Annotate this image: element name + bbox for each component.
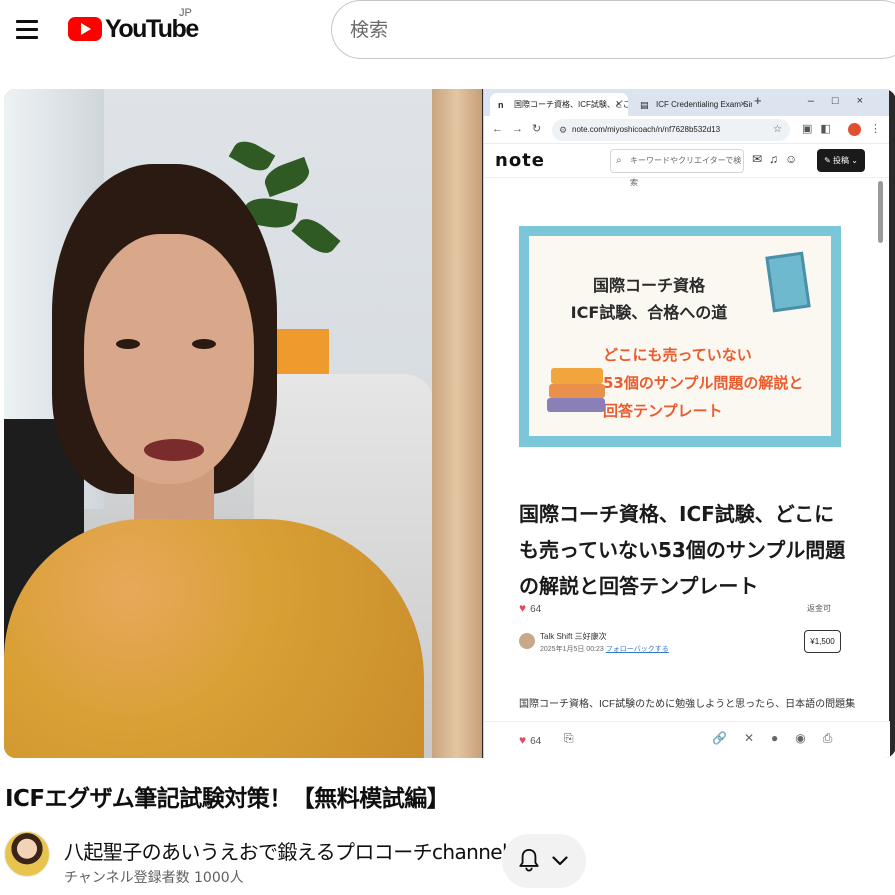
browser-toolbar: ←→↻ ⚙ note.com/miyoshicoach/n/nf7628b532… bbox=[484, 116, 889, 144]
follow-back-link: フォローバックする bbox=[605, 646, 669, 653]
heart-icon: ♥ bbox=[519, 733, 527, 747]
share-icons: 🔗✕●◉⎙ bbox=[712, 731, 850, 745]
browser-tab-strip: n 国際コーチ資格、ICF試験、どこにも × ▤ ICF Credentiali… bbox=[484, 89, 889, 116]
banner-line: 国際コーチ資格 bbox=[592, 276, 705, 295]
chevron-down-icon bbox=[552, 856, 568, 866]
url-text: note.com/miyoshicoach/n/nf7628b532d13 bbox=[572, 125, 721, 134]
window-controls: –□× bbox=[807, 95, 881, 107]
date-text: 2025年1月5日 00:23 bbox=[540, 646, 604, 653]
book-stack-icon bbox=[551, 368, 603, 384]
video-frame-speaker bbox=[4, 89, 482, 758]
profile-avatar bbox=[848, 123, 861, 136]
channel-name[interactable]: 八起聖子のあいうえおで鍛えるプロコーチchannel bbox=[64, 836, 508, 865]
browser-tab-note: n 国際コーチ資格、ICF試験、どこにも × bbox=[490, 93, 628, 116]
new-tab-icon: + bbox=[754, 93, 762, 108]
like-count: ♥ 64 bbox=[519, 601, 541, 615]
book-icon bbox=[765, 251, 811, 313]
video-player[interactable]: n 国際コーチ資格、ICF試験、どこにも × ▤ ICF Credentiali… bbox=[4, 89, 895, 758]
doc-favicon-icon: ▤ bbox=[640, 100, 649, 110]
banner-line: 回答テンプレート bbox=[603, 402, 723, 420]
price-button: ¥1,500 bbox=[804, 630, 841, 653]
post-label: 投稿 bbox=[833, 156, 849, 165]
tab-label: 国際コーチ資格、ICF試験、どこにも bbox=[514, 100, 628, 109]
note-logo: note bbox=[495, 150, 545, 171]
eye bbox=[192, 339, 216, 349]
masthead: YouTube JP bbox=[0, 0, 895, 64]
site-info-icon: ⚙ bbox=[559, 125, 568, 135]
note-header-icons: ✉♫☺ bbox=[752, 152, 805, 166]
speaker-mouth bbox=[144, 439, 204, 461]
browser-tab-icf: ▤ ICF Credentialing Exam Simulat × bbox=[632, 93, 752, 116]
book-stack-icon bbox=[549, 384, 605, 398]
tab-label: ICF Credentialing Exam Simulat bbox=[656, 100, 752, 109]
region-code: JP bbox=[179, 7, 192, 19]
plant-leaf bbox=[291, 212, 341, 260]
browser-window: n 国際コーチ資格、ICF試験、どこにも × ▤ ICF Credentiali… bbox=[483, 89, 890, 758]
scrollbar-thumb bbox=[878, 181, 883, 243]
note-favicon-icon: n bbox=[498, 100, 504, 110]
tab-close-icon: × bbox=[740, 99, 746, 110]
author-avatar bbox=[519, 633, 535, 649]
banner-inner: 国際コーチ資格 ICF試験、合格への道 どこにも売っていない 53個のサンプル問… bbox=[529, 236, 831, 436]
search-input[interactable] bbox=[350, 13, 870, 47]
footer-like: ♥ 64 bbox=[519, 733, 541, 747]
note-header: note ⌕ キーワードやクリエイターで検索 ✉♫☺ ✎ 投稿 ⌄ bbox=[484, 144, 889, 187]
eye bbox=[116, 339, 140, 349]
heart-icon: ♥ bbox=[519, 601, 527, 615]
floral-blouse bbox=[4, 519, 424, 758]
address-bar: ⚙ note.com/miyoshicoach/n/nf7628b532d13 … bbox=[552, 119, 790, 141]
banner-line: どこにも売っていない bbox=[603, 346, 752, 364]
banner-line: ICF試験、合格への道 bbox=[570, 303, 728, 322]
subscriber-count: チャンネル登録者数 1000人 bbox=[64, 870, 244, 886]
bookmark-icon: ⎘ bbox=[564, 731, 574, 745]
banner-line: 53個のサンプル問題の解説と bbox=[603, 374, 804, 392]
note-post-button: ✎ 投稿 ⌄ bbox=[817, 149, 865, 172]
note-search: ⌕ キーワードやクリエイターで検索 bbox=[610, 149, 744, 187]
orange-box bbox=[269, 329, 329, 374]
youtube-play-icon bbox=[68, 17, 102, 41]
search-box[interactable] bbox=[331, 0, 895, 59]
curtain bbox=[432, 89, 482, 758]
bookmark-star-icon: ☆ bbox=[773, 124, 782, 135]
note-footer-bar: ♥ 64 ⎘ 🔗✕●◉⎙ bbox=[484, 721, 890, 758]
like-number: 64 bbox=[530, 604, 542, 615]
book-stack-icon bbox=[547, 398, 605, 412]
channel-avatar[interactable] bbox=[4, 831, 50, 877]
article-title: 国際コーチ資格、ICF試験、どこにも売っていない53個のサンプル問題の解説と回答… bbox=[519, 502, 846, 598]
refund-label: 返金可 bbox=[807, 604, 831, 613]
author-name: Talk Shift 三好康次 bbox=[540, 632, 607, 641]
post-date: 2025年1月5日 00:23 フォローバックする bbox=[540, 644, 669, 654]
tab-close-icon: × bbox=[616, 99, 622, 110]
extension-icons: ▣◧ bbox=[802, 123, 839, 135]
browser-menu-icon: ⋮ bbox=[870, 123, 881, 135]
pen-icon: ✎ bbox=[824, 156, 833, 165]
search-icon: ⌕ bbox=[616, 155, 622, 166]
notification-subscription-button[interactable] bbox=[502, 834, 586, 888]
article-banner: 国際コーチ資格 ICF試験、合格への道 どこにも売っていない 53個のサンプル問… bbox=[519, 226, 841, 447]
navigation-icons: ←→↻ bbox=[492, 123, 551, 135]
note-search-placeholder: キーワードやクリエイターで検索 bbox=[630, 156, 742, 187]
video-title: ICFエグザム筆記試験対策！【無料模試編】 bbox=[5, 786, 450, 812]
bell-icon bbox=[519, 849, 539, 872]
plant-leaf bbox=[228, 135, 276, 177]
footer-like-number: 64 bbox=[530, 736, 542, 747]
article-excerpt: 国際コーチ資格、ICF試験のために勉強しようと思ったら、日本語の問題集 bbox=[519, 699, 856, 710]
guide-menu-icon[interactable] bbox=[10, 12, 44, 46]
